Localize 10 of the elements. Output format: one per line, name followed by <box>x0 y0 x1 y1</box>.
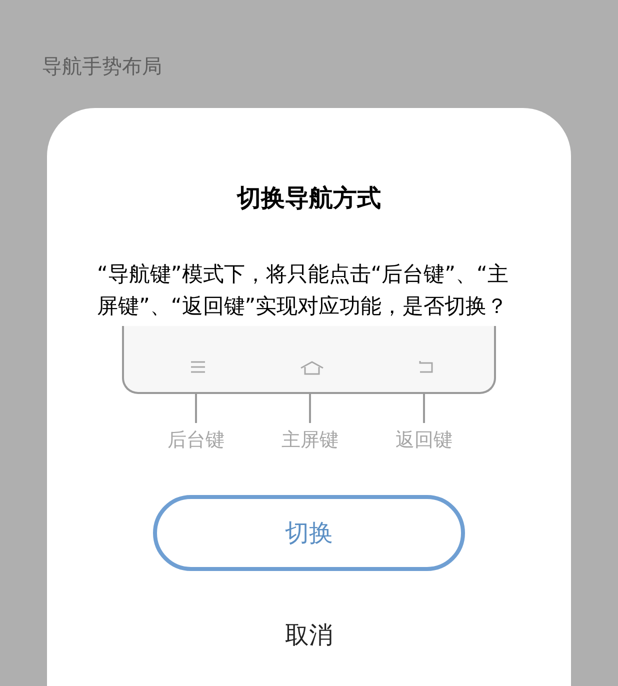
menu-icon <box>190 360 206 374</box>
cancel-button[interactable]: 取消 <box>285 621 333 649</box>
key-label: 后台键 <box>168 428 224 453</box>
section-title: 导航手势布局 <box>42 54 162 78</box>
home-icon <box>299 360 325 376</box>
key-label: 主屏键 <box>282 428 338 453</box>
dialog-message: “导航键”模式下，将只能点击“后台键”、“主屏键”、“返回键”实现对应功能，是否切换？ <box>97 261 510 320</box>
dialog-title: 切换导航方式 <box>237 183 381 214</box>
back-icon <box>418 360 434 374</box>
key-label: 返回键 <box>396 428 452 453</box>
